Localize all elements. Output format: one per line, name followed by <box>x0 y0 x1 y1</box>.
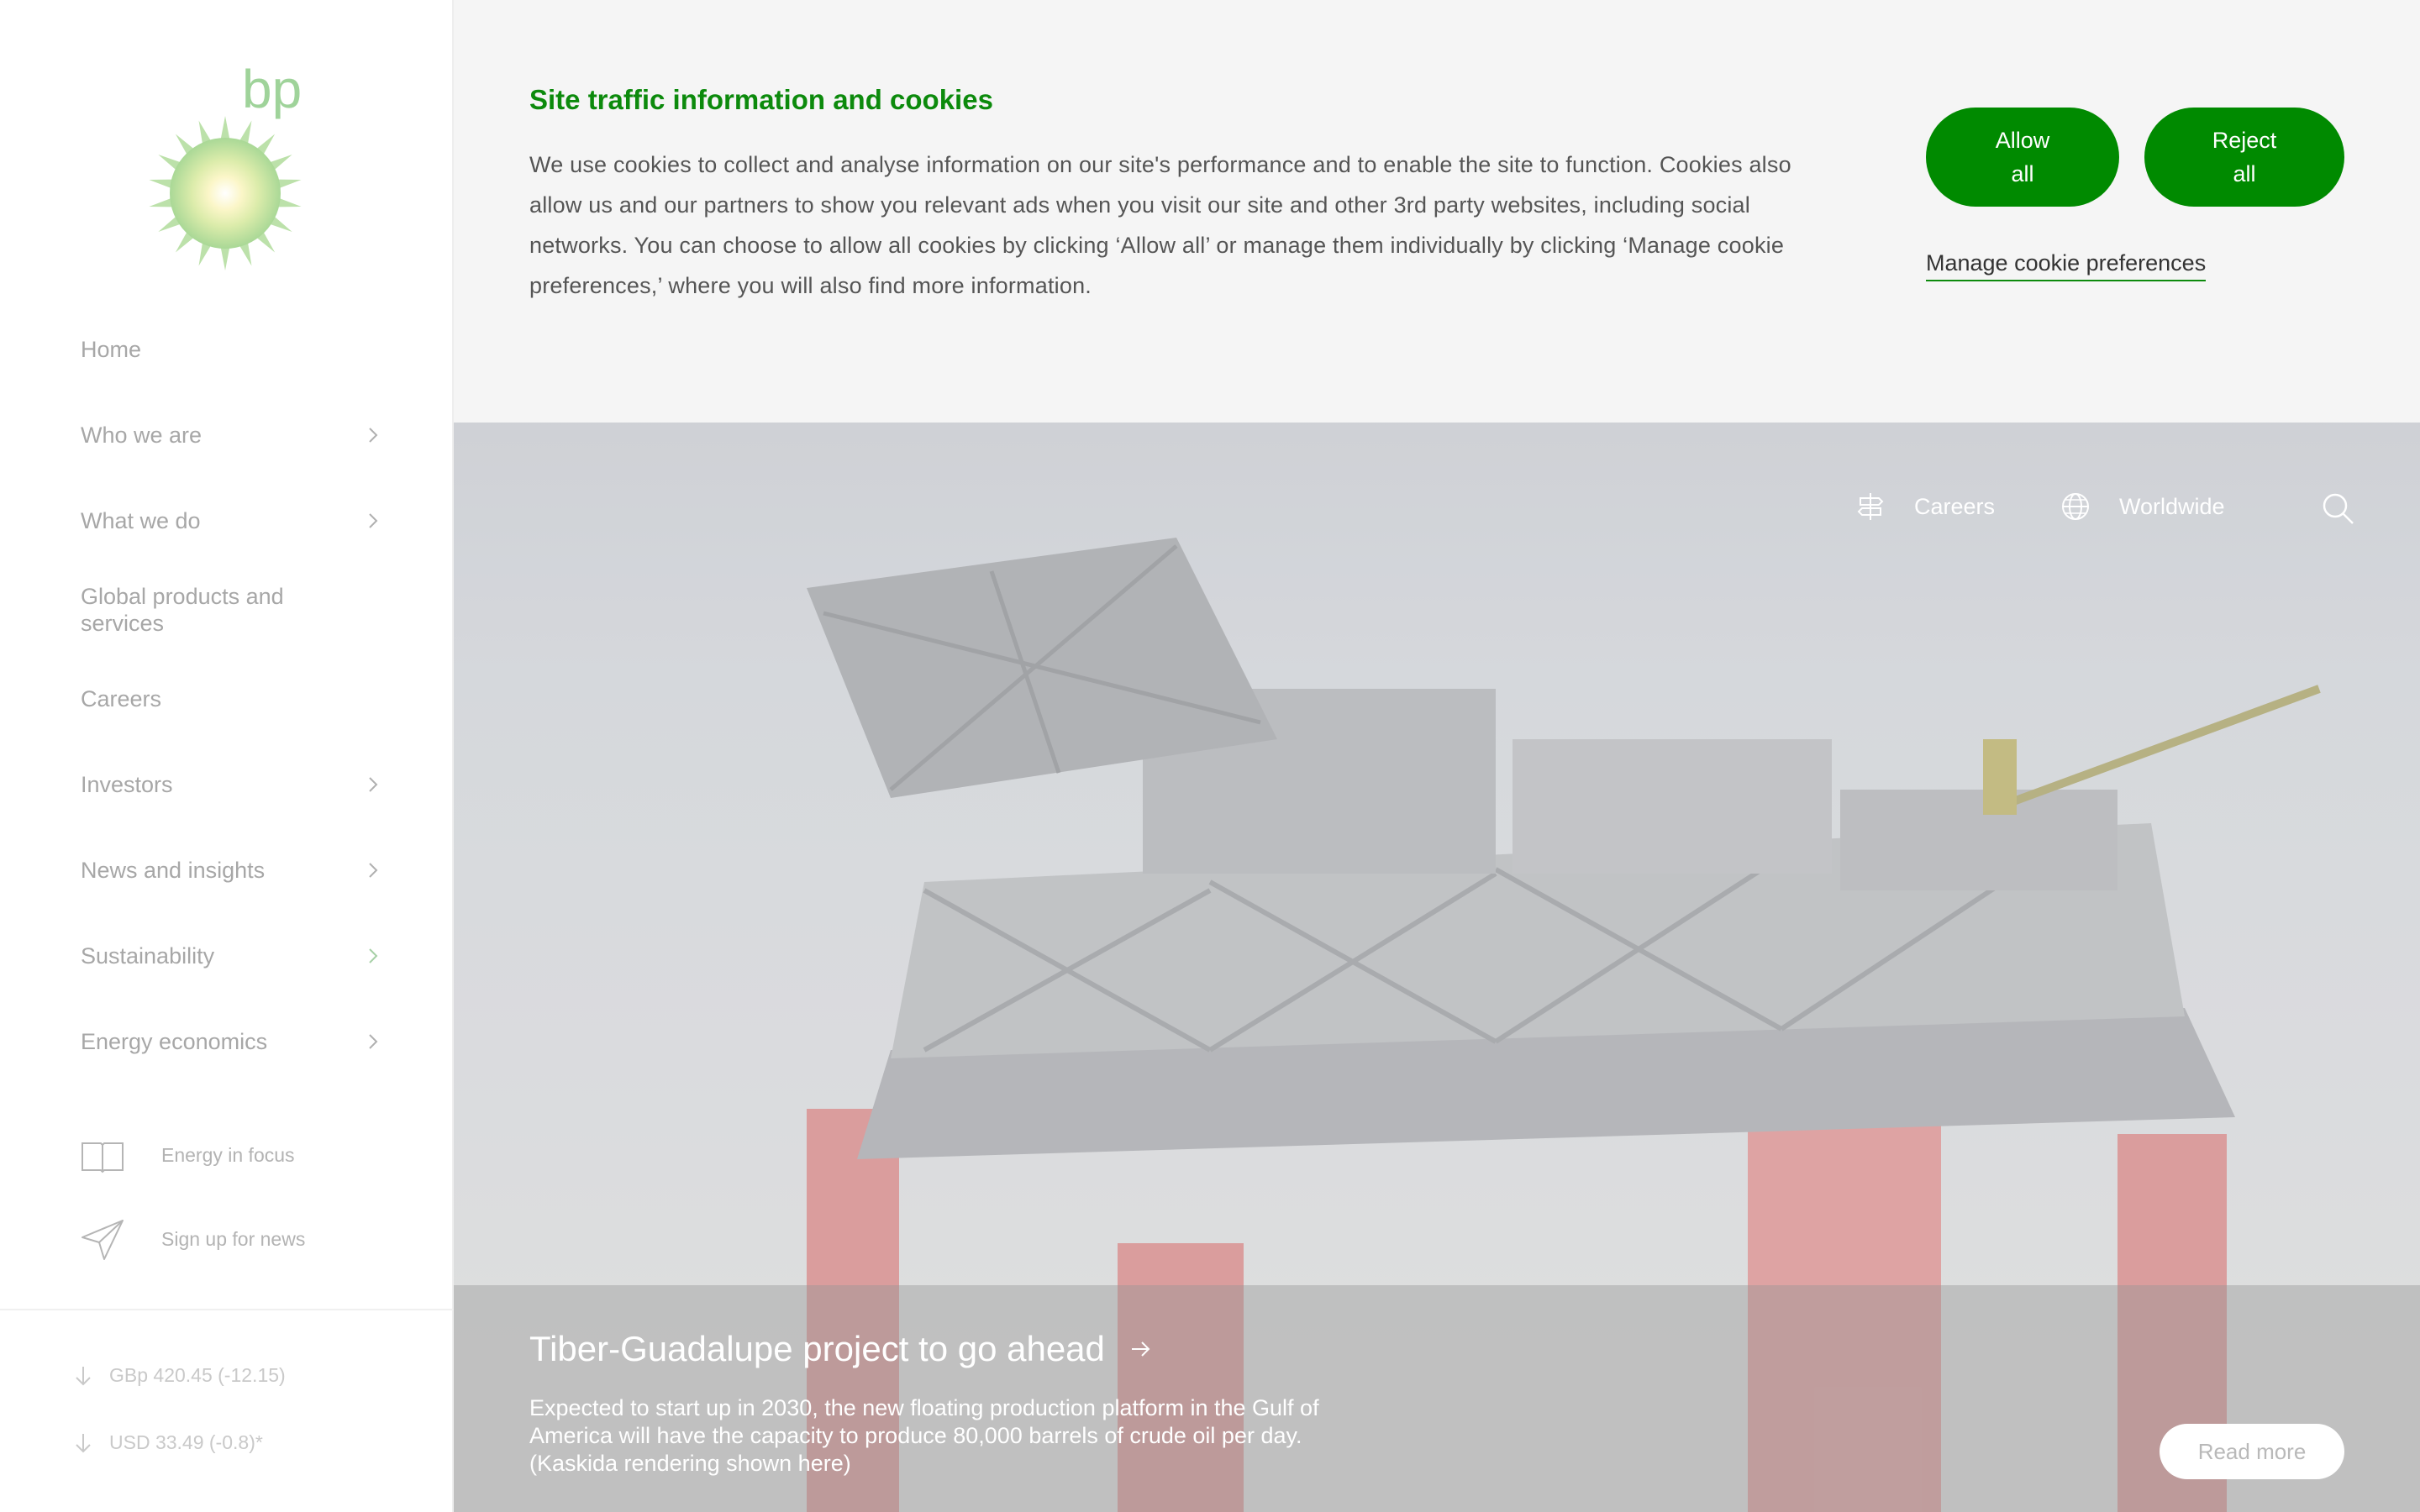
sign-up-for-news-link[interactable]: Sign up for news <box>81 1197 400 1281</box>
nav-item-label: Careers <box>81 686 162 711</box>
hero-title-link[interactable]: Tiber-Guadalupe project to go ahead <box>529 1329 1152 1369</box>
cookie-banner: Site traffic information and cookies We … <box>454 0 2420 423</box>
bp-logo[interactable]: bp <box>143 59 311 277</box>
read-more-button[interactable]: Read more <box>2160 1424 2344 1479</box>
careers-label: Careers <box>1914 493 1996 519</box>
nav-item-investors[interactable]: Investors <box>81 742 383 827</box>
nav-item-global-products[interactable]: Global products and services <box>81 564 383 656</box>
share-price-label: GBp 420.45 (-12.15) <box>109 1364 286 1386</box>
nav-item-energy-economics[interactable]: Energy economics <box>81 999 383 1084</box>
logo-wordmark: bp <box>242 59 302 119</box>
arrow-right-icon <box>1131 1341 1150 1357</box>
nav-item-sustainability[interactable]: Sustainability <box>81 913 383 999</box>
signpost-icon <box>1857 493 1884 520</box>
careers-link[interactable]: Careers <box>1855 491 1995 522</box>
cookie-banner-text: We use cookies to collect and analyse in… <box>529 152 1791 298</box>
main-nav: Home Who we are What we do Global produc… <box>81 307 383 1084</box>
sidebar: bp Home Who we are What we do Global pro… <box>0 0 454 1512</box>
cookie-banner-title: Site traffic information and cookies <box>529 84 993 115</box>
share-price-label: USD 33.49 (-0.8)* <box>109 1431 263 1453</box>
chevron-right-icon <box>369 777 378 792</box>
nav-item-what-we-do[interactable]: What we do <box>81 478 383 564</box>
arrow-down-icon <box>76 1366 91 1385</box>
util-label: Sign up for news <box>161 1227 306 1250</box>
nav-item-label: Sustainability <box>81 943 215 969</box>
energy-in-focus-link[interactable]: Energy in focus <box>81 1113 400 1197</box>
reject-all-label: Reject all <box>2212 128 2277 186</box>
globe-icon <box>2062 493 2089 520</box>
chevron-right-icon <box>369 863 378 878</box>
nav-item-who-we-are[interactable]: Who we are <box>81 392 383 478</box>
nav-item-label: What we do <box>81 508 201 533</box>
nav-item-label: Who we are <box>81 423 203 448</box>
sidebar-divider <box>0 1309 454 1310</box>
nav-item-home[interactable]: Home <box>81 307 383 392</box>
nav-item-careers[interactable]: Careers <box>81 656 383 742</box>
nav-item-news-and-insights[interactable]: News and insights <box>81 827 383 913</box>
worldwide-selector[interactable]: Worldwide <box>2060 491 2225 522</box>
share-price-gbp[interactable]: GBp 420.45 (-12.15) <box>74 1364 410 1387</box>
share-price-usd[interactable]: USD 33.49 (-0.8)* <box>74 1431 410 1454</box>
hero-caption: Tiber-Guadalupe project to go ahead Expe… <box>454 1285 2420 1512</box>
top-nav: Careers Worldwide <box>454 491 2420 525</box>
util-label: Energy in focus <box>161 1143 295 1166</box>
nav-item-label: Investors <box>81 772 173 797</box>
utility-links: Energy in focus Sign up for news <box>81 1113 400 1281</box>
nav-item-label: Global products and services <box>81 584 284 636</box>
hero-description: Expected to start up in 2030, the new fl… <box>529 1395 1319 1476</box>
nav-item-label: News and insights <box>81 858 266 883</box>
chevron-right-icon <box>369 428 378 443</box>
arrow-down-icon <box>76 1433 91 1452</box>
book-icon <box>82 1142 124 1173</box>
nav-item-label: Energy economics <box>81 1029 268 1054</box>
nav-item-label: Home <box>81 337 142 362</box>
manage-cookie-preferences-link[interactable]: Manage cookie preferences <box>1926 250 2207 281</box>
worldwide-label: Worldwide <box>2119 493 2225 519</box>
allow-all-label: Allow all <box>1995 128 2050 186</box>
chevron-right-icon <box>369 948 378 963</box>
chevron-right-icon <box>369 1034 378 1049</box>
hero-title: Tiber-Guadalupe project to go ahead <box>529 1329 1105 1368</box>
search-icon[interactable] <box>2321 491 2354 525</box>
paper-plane-icon <box>82 1220 124 1260</box>
chevron-right-icon <box>369 513 378 528</box>
reject-all-button[interactable]: Reject all <box>2144 108 2344 207</box>
allow-all-button[interactable]: Allow all <box>1926 108 2119 207</box>
